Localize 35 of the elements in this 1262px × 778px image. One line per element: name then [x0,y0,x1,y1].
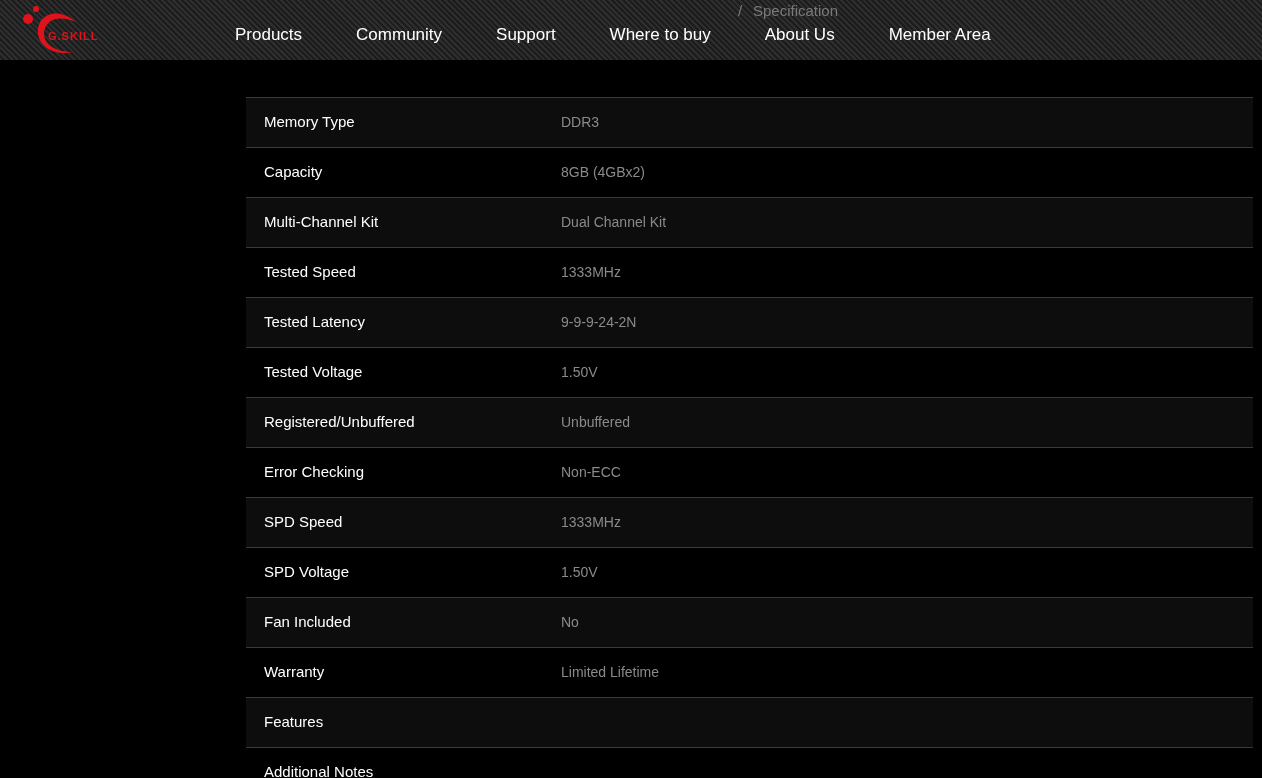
nav-link[interactable]: Where to buy [609,26,711,44]
spec-label: Error Checking [264,462,366,483]
spec-label: Features [264,712,325,733]
spec-value: 1333MHz [561,263,621,282]
spec-label: Tested Speed [264,262,357,283]
spec-label: Multi-Channel Kit [264,212,380,233]
spec-value: Non-ECC [561,463,621,482]
spec-value: 1.50V [561,563,598,582]
spec-label: SPD Speed [264,512,344,533]
spec-label: SPD Voltage [264,562,351,583]
breadcrumb-separator: / [738,3,743,19]
spec-value: DDR3 [561,113,600,132]
spec-value: 8GB (4GBx2) [561,163,646,182]
nav-link[interactable]: About Us [764,26,835,44]
spec-label: Additional Notes [264,762,375,778]
spec-label: Fan Included [264,612,352,633]
nav-link[interactable]: Support [496,26,556,44]
spec-label: Tested Voltage [264,362,364,383]
nav-link[interactable]: Products [235,26,303,44]
nav-link[interactable]: Member Area [888,26,991,44]
spec-value: No [561,613,579,632]
nav-link[interactable]: Community [356,26,443,44]
spec-label: Warranty [264,662,326,683]
spec-value: Dual Channel Kit [561,213,667,232]
spec-label: Registered/Unbuffered [264,412,416,433]
spec-value: Limited Lifetime [561,663,660,682]
logo-text: G.SKILL [48,28,99,44]
spec-value: Unbuffered [561,413,630,432]
spec-value: 9-9-9-24-2N [561,313,637,332]
spec-value: 1.50V [561,363,598,382]
spec-value: 1333MHz [561,513,621,532]
spec-label: Memory Type [264,112,356,133]
spec-label: Capacity [264,162,324,183]
spec-label: Tested Latency [264,312,366,333]
breadcrumb-current[interactable]: Specification [753,3,839,19]
